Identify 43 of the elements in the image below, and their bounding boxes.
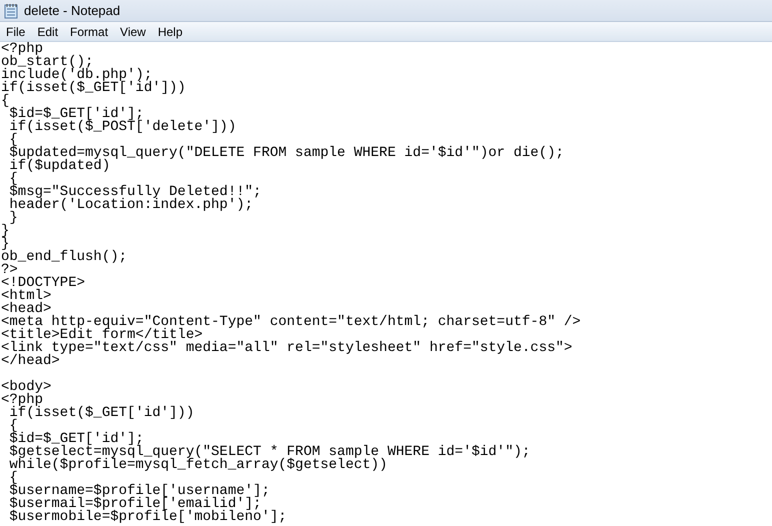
menu-item[interactable]: Help [152, 22, 189, 40]
code-line: <link type="text/css" media="all" rel="stylesheet" href="style.css"> [1, 342, 572, 355]
menu-item[interactable]: Format [64, 22, 114, 40]
code-line: $updated=mysql_query("DELETE FROM sample WHERE id='$id'")or die(); [8, 147, 564, 160]
notepad-icon [4, 2, 18, 18]
menu-item[interactable]: Edit [31, 22, 64, 40]
code-line: $id=$_GET['id']; [8, 108, 144, 121]
code-line: { [1, 95, 10, 108]
code-line: $getselect=mysql_query("SELECT * FROM sample WHERE id='$id'"); [8, 446, 530, 459]
code-line: </head> [1, 355, 60, 368]
code-line: $msg="Successfully Deleted!!"; [8, 186, 262, 199]
code-line: { [8, 472, 18, 485]
code-line: } [1, 225, 10, 238]
code-line: ?> [1, 264, 18, 277]
code-line: $username=$profile['username']; [8, 485, 270, 498]
code-line: <?php [1, 394, 44, 407]
code-line: ob_start(); [1, 56, 94, 69]
code-line: while($profile=mysql_fetch_array($getselect)) [8, 459, 388, 472]
code-line: <!DOCTYPE> [1, 277, 86, 290]
code-line: } [8, 212, 18, 225]
menu-item[interactable]: View [114, 22, 152, 40]
code-line: } [1, 238, 10, 251]
window-title: delete - Notepad [24, 2, 120, 20]
code-line: <body> [1, 381, 52, 394]
code-line: <head> [1, 303, 52, 316]
code-line: { [8, 420, 18, 433]
code-line: <title>Edit form</title> [1, 329, 203, 342]
code-line: <meta http-equiv="Content-Type" content="text/html; charset=utf-8" /> [1, 316, 581, 329]
code-line: if(isset($_POST['delete'])) [8, 121, 236, 134]
code-line: $usermail=$profile['emailid']; [8, 498, 262, 511]
code-line: $id=$_GET['id']; [8, 433, 144, 446]
code-line: if($updated) [8, 160, 110, 173]
code-line: { [8, 173, 18, 186]
code-line: include('db.php'); [1, 69, 152, 82]
code-line: ob_end_flush(); [1, 251, 128, 264]
code-line: if(isset($_GET['id'])) [9, 407, 194, 420]
code-line: <html> [1, 290, 52, 303]
code-line: $usermobile=$profile['mobileno']; [8, 511, 287, 524]
code-line: { [8, 134, 18, 147]
code-line: <?php [1, 43, 44, 56]
code-line: if(isset($_GET['id'])) [1, 82, 186, 95]
menu-item[interactable]: File [0, 22, 32, 40]
code-line: header('Location:index.php'); [8, 199, 254, 212]
